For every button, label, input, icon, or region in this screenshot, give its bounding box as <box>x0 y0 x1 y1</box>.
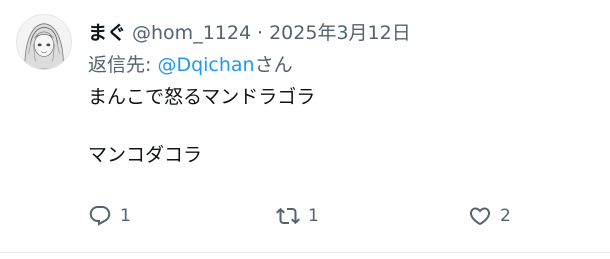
retweet-icon <box>276 207 300 225</box>
reply-count: 1 <box>120 206 131 226</box>
like-icon <box>469 207 491 226</box>
tweet[interactable]: まぐ @hom_1124 · 2025年3月12日 返信先: @Dqichanさ… <box>0 0 610 259</box>
retweet-count: 1 <box>308 206 319 226</box>
reply-suffix: さん <box>254 54 293 76</box>
divider <box>0 252 610 253</box>
like-button[interactable]: 2 <box>468 204 511 228</box>
tweet-text-line: マンコダコラ <box>88 144 203 166</box>
tweet-date[interactable]: 2025年3月12日 <box>269 20 411 46</box>
reply-to-line: 返信先: @Dqichanさん <box>88 52 594 78</box>
tweet-actions: 1 1 2 <box>88 204 608 234</box>
display-name[interactable]: まぐ <box>88 20 126 46</box>
separator-dot: · <box>257 22 264 44</box>
reply-icon <box>89 206 111 226</box>
avatar[interactable] <box>16 14 72 70</box>
avatar-image <box>17 15 71 69</box>
reply-mention-link[interactable]: @Dqichan <box>157 54 254 76</box>
tweet-text: まんこで怒るマンドラゴラ マンコダコラ <box>88 84 594 168</box>
like-count: 2 <box>500 206 511 226</box>
tweet-text-line: まんこで怒るマンドラゴラ <box>88 86 316 108</box>
reply-prefix: 返信先: <box>88 54 158 76</box>
tweet-header: まぐ @hom_1124 · 2025年3月12日 <box>88 20 594 46</box>
retweet-button[interactable]: 1 <box>276 204 319 228</box>
tweet-content: まぐ @hom_1124 · 2025年3月12日 返信先: @Dqichanさ… <box>88 20 594 168</box>
reply-button[interactable]: 1 <box>88 204 131 228</box>
user-handle[interactable]: @hom_1124 <box>132 20 251 46</box>
